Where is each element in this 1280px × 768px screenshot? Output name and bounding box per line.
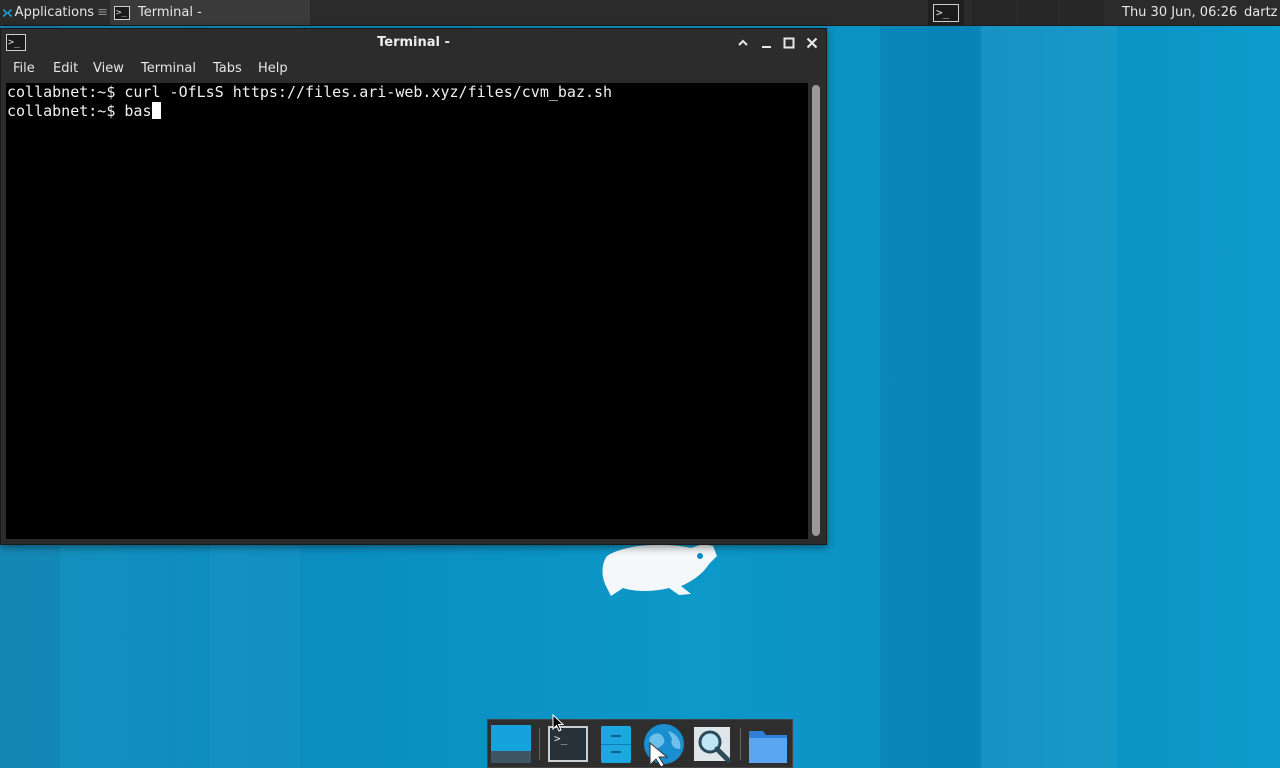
dock: >_ (487, 719, 793, 768)
home-folder-button[interactable] (747, 723, 789, 765)
menu-view[interactable]: View (93, 61, 124, 76)
text-cursor (151, 102, 161, 119)
applications-menu-button[interactable]: Applications ≡ (0, 0, 108, 25)
tray-slot[interactable] (972, 0, 1016, 25)
tray-slot[interactable] (1018, 0, 1058, 25)
menu-edit[interactable]: Edit (53, 61, 78, 76)
menu-help[interactable]: Help (258, 61, 288, 76)
web-browser-button[interactable] (642, 723, 684, 768)
search-icon (694, 727, 731, 763)
command-input: bas (124, 102, 152, 120)
tray-terminal-launcher[interactable]: >_ (928, 0, 964, 25)
clock[interactable]: Thu 30 Jun, 06:26 (1122, 0, 1237, 25)
applications-separator: ≡ (97, 5, 108, 20)
applications-label: Applications (14, 5, 95, 20)
folder-icon (749, 731, 787, 763)
terminal-icon: >_ (933, 3, 959, 22)
file-manager-button[interactable] (595, 723, 637, 765)
dock-separator (740, 728, 741, 760)
terminal-line: collabnet:~$ bas (7, 102, 808, 121)
xfce-logo-icon (3, 8, 12, 17)
terminal-output[interactable]: collabnet:~$ curl -OfLsS https://files.a… (6, 83, 808, 539)
terminal-glyph: >_ (554, 732, 568, 745)
window-title: Terminal - (377, 35, 450, 50)
window-titlebar[interactable]: >_ Terminal - (1, 29, 826, 57)
taskbar-terminal-button[interactable]: >_ Terminal - (110, 0, 310, 25)
shade-button[interactable] (734, 34, 752, 52)
wallpaper-stripe (880, 26, 980, 768)
xfce-mouse-logo (602, 544, 717, 596)
command-text: curl -OfLsS https://files.ari-web.xyz/fi… (124, 83, 613, 101)
app-finder-button[interactable] (691, 723, 733, 765)
web-browser-icon (644, 724, 684, 768)
user-menu[interactable]: dartz (1244, 0, 1277, 25)
terminal-icon: >_ (114, 5, 130, 20)
close-button[interactable] (803, 34, 821, 52)
top-panel: Applications ≡ >_ Terminal - >_ Thu 30 J… (0, 0, 1280, 26)
menu-file[interactable]: File (13, 61, 35, 76)
wallpaper-stripe (982, 26, 1117, 768)
show-desktop-icon (491, 725, 531, 763)
maximize-button[interactable] (780, 34, 798, 52)
desktop: Applications ≡ >_ Terminal - >_ Thu 30 J… (0, 0, 1280, 768)
show-desktop-button[interactable] (490, 723, 532, 765)
terminal-window: >_ Terminal - File Edit View Terminal Ta… (0, 28, 827, 545)
mouse-pointer-icon (552, 714, 564, 732)
shell-prompt: collabnet:~$ (7, 83, 125, 101)
minimize-button[interactable] (757, 34, 775, 52)
menu-tabs[interactable]: Tabs (213, 61, 242, 76)
tray-slot[interactable] (1060, 0, 1104, 25)
terminal-scrollbar[interactable] (809, 83, 823, 539)
dock-separator (539, 728, 540, 760)
file-manager-icon (601, 726, 631, 763)
shell-prompt: collabnet:~$ (7, 102, 125, 120)
scrollbar-thumb[interactable] (812, 85, 820, 536)
terminal-line: collabnet:~$ curl -OfLsS https://files.a… (7, 83, 808, 102)
taskbar-terminal-label: Terminal - (138, 5, 202, 20)
menu-bar: File Edit View Terminal Tabs Help (1, 57, 826, 81)
menu-terminal[interactable]: Terminal (141, 61, 196, 76)
